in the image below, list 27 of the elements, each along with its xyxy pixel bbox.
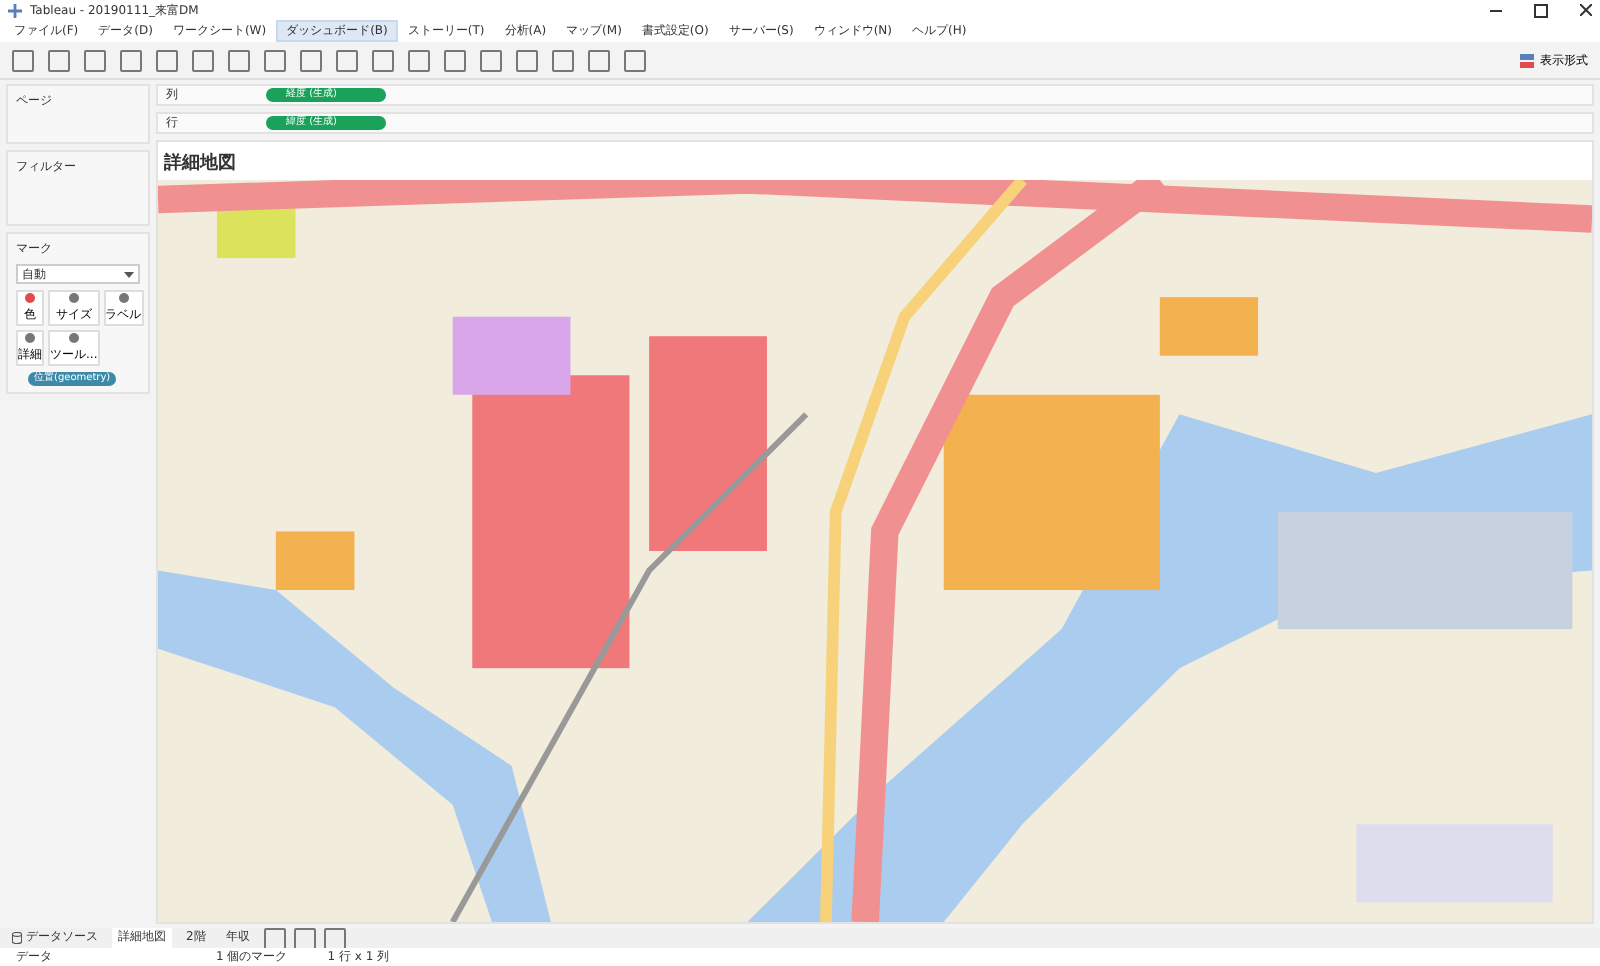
toolbar-icon[interactable] — [84, 49, 106, 71]
toolbar-icon[interactable] — [552, 49, 574, 71]
toolbar-icon[interactable] — [480, 49, 502, 71]
toolbar-icon[interactable] — [588, 49, 610, 71]
toolbar-icon[interactable] — [156, 49, 178, 71]
toolbar-icon[interactable] — [192, 49, 214, 71]
toolbar-icon[interactable] — [48, 49, 70, 71]
sheet-title: 詳細地図 — [162, 150, 238, 178]
toolbar-icon[interactable] — [12, 49, 34, 71]
close-icon[interactable] — [1580, 4, 1592, 16]
restore-icon[interactable] — [1534, 3, 1548, 17]
toolbar-icon[interactable] — [228, 49, 250, 71]
toolbar-icon[interactable] — [516, 49, 538, 71]
toolbar-icon[interactable] — [120, 49, 142, 71]
chart-icon — [1520, 53, 1534, 67]
database-icon — [12, 932, 22, 944]
toolbar-icon[interactable] — [444, 49, 466, 71]
caret-icon — [124, 271, 134, 277]
minimize-icon[interactable] — [1490, 9, 1502, 11]
color-dots-icon — [24, 292, 36, 304]
toolbar-icon[interactable] — [264, 49, 286, 71]
app-logo-icon — [8, 3, 22, 17]
toolbar-icon[interactable] — [372, 49, 394, 71]
toolbar-icon[interactable] — [300, 49, 322, 71]
toolbar-icon[interactable] — [624, 49, 646, 71]
toolbar-icon[interactable] — [408, 49, 430, 71]
toolbar-icon[interactable] — [336, 49, 358, 71]
